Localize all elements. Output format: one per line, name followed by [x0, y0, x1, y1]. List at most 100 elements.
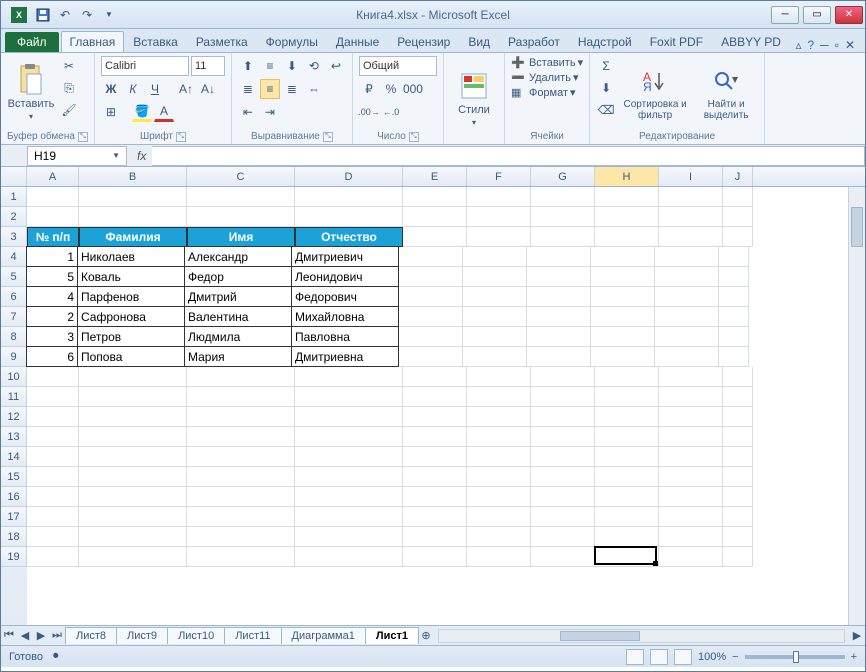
cell-H9[interactable]: [591, 347, 655, 367]
sheet-tab-Лист11[interactable]: Лист11: [224, 627, 281, 644]
ribbon-minimize-icon[interactable]: ▵: [795, 38, 801, 52]
merge-button[interactable]: ⇔: [304, 79, 324, 99]
cell-I7[interactable]: [655, 307, 719, 327]
cell-G11[interactable]: [531, 387, 595, 407]
cell-D19[interactable]: [295, 547, 403, 567]
view-normal-button[interactable]: [626, 649, 644, 665]
row-header-14[interactable]: 14: [1, 447, 27, 467]
cell-D9[interactable]: Дмитриевна: [291, 346, 399, 367]
fill-color-button[interactable]: 🪣: [132, 102, 152, 122]
cell-G4[interactable]: [527, 247, 591, 267]
cell-B16[interactable]: [79, 487, 187, 507]
cell-I14[interactable]: [659, 447, 723, 467]
cell-J13[interactable]: [723, 427, 753, 447]
vertical-scrollbar[interactable]: [848, 187, 865, 625]
cell-E6[interactable]: [399, 287, 463, 307]
sheet-tab-Лист10[interactable]: Лист10: [167, 627, 225, 644]
row-header-4[interactable]: 4: [1, 247, 27, 267]
cell-G14[interactable]: [531, 447, 595, 467]
cell-B2[interactable]: [79, 207, 187, 227]
cell-B10[interactable]: [79, 367, 187, 387]
cell-E13[interactable]: [403, 427, 467, 447]
cell-G8[interactable]: [527, 327, 591, 347]
row-header-15[interactable]: 15: [1, 467, 27, 487]
doc-restore-icon[interactable]: ▫: [835, 38, 839, 52]
cell-H12[interactable]: [595, 407, 659, 427]
cell-A11[interactable]: [27, 387, 79, 407]
cell-J5[interactable]: [719, 267, 749, 287]
cell-B14[interactable]: [79, 447, 187, 467]
cell-I15[interactable]: [659, 467, 723, 487]
cell-H15[interactable]: [595, 467, 659, 487]
cell-A17[interactable]: [27, 507, 79, 527]
cell-G19[interactable]: [531, 547, 595, 567]
cell-D7[interactable]: Михайловна: [291, 306, 399, 327]
cell-J15[interactable]: [723, 467, 753, 487]
sheet-nav-last[interactable]: ⏭: [49, 628, 65, 644]
cell-I17[interactable]: [659, 507, 723, 527]
decrease-decimal-button[interactable]: ←.0: [381, 102, 401, 122]
cell-F19[interactable]: [467, 547, 531, 567]
cell-F15[interactable]: [467, 467, 531, 487]
sheet-tab-Лист1[interactable]: Лист1: [365, 627, 419, 644]
row-header-2[interactable]: 2: [1, 207, 27, 227]
zoom-in-button[interactable]: +: [851, 651, 857, 663]
cell-J9[interactable]: [719, 347, 749, 367]
cell-I12[interactable]: [659, 407, 723, 427]
cell-A13[interactable]: [27, 427, 79, 447]
cell-A15[interactable]: [27, 467, 79, 487]
cell-H8[interactable]: [591, 327, 655, 347]
number-launcher[interactable]: ⤡: [409, 132, 419, 142]
cell-I11[interactable]: [659, 387, 723, 407]
cell-E18[interactable]: [403, 527, 467, 547]
cell-E4[interactable]: [399, 247, 463, 267]
border-button[interactable]: ⊞: [101, 102, 121, 122]
cell-G2[interactable]: [531, 207, 595, 227]
tab-вид[interactable]: Вид: [459, 31, 499, 52]
cell-C7[interactable]: Валентина: [184, 306, 292, 327]
cell-F14[interactable]: [467, 447, 531, 467]
cell-A10[interactable]: [27, 367, 79, 387]
row-header-9[interactable]: 9: [1, 347, 27, 367]
cell-J3[interactable]: [723, 227, 753, 247]
cell-E9[interactable]: [399, 347, 463, 367]
cell-A4[interactable]: 1: [26, 246, 78, 267]
cell-G10[interactable]: [531, 367, 595, 387]
cell-D10[interactable]: [295, 367, 403, 387]
cell-H5[interactable]: [591, 267, 655, 287]
cell-H18[interactable]: [595, 527, 659, 547]
column-header-C[interactable]: C: [187, 167, 295, 186]
column-header-I[interactable]: I: [659, 167, 723, 186]
clear-button[interactable]: ⌫: [596, 100, 616, 120]
name-box[interactable]: H19▼: [27, 146, 127, 166]
cell-D12[interactable]: [295, 407, 403, 427]
cell-E3[interactable]: [403, 227, 467, 247]
cell-F7[interactable]: [463, 307, 527, 327]
row-header-8[interactable]: 8: [1, 327, 27, 347]
increase-indent-button[interactable]: ⇥: [260, 102, 280, 122]
cell-B13[interactable]: [79, 427, 187, 447]
cell-E8[interactable]: [399, 327, 463, 347]
tab-рецензир[interactable]: Рецензир: [388, 31, 459, 52]
paste-button[interactable]: Вставить ▾: [7, 56, 55, 129]
cell-A8[interactable]: 3: [26, 326, 78, 347]
cell-A12[interactable]: [27, 407, 79, 427]
cell-D8[interactable]: Павловна: [291, 326, 399, 347]
cell-G9[interactable]: [527, 347, 591, 367]
horizontal-scrollbar[interactable]: [438, 629, 845, 643]
cell-B12[interactable]: [79, 407, 187, 427]
row-header-19[interactable]: 19: [1, 547, 27, 567]
delete-cells-button[interactable]: ➖Удалить ▾: [511, 71, 583, 84]
row-header-3[interactable]: 3: [1, 227, 27, 247]
column-header-A[interactable]: A: [27, 167, 79, 186]
cell-A6[interactable]: 4: [26, 286, 78, 307]
row-header-11[interactable]: 11: [1, 387, 27, 407]
cell-I6[interactable]: [655, 287, 719, 307]
sheet-nav-prev[interactable]: ◀: [17, 628, 33, 644]
doc-close-icon[interactable]: ✕: [845, 38, 855, 52]
cell-C15[interactable]: [187, 467, 295, 487]
sheet-nav-first[interactable]: ⏮: [1, 628, 17, 644]
cell-C17[interactable]: [187, 507, 295, 527]
font-launcher[interactable]: ⤡: [176, 132, 186, 142]
cell-I9[interactable]: [655, 347, 719, 367]
